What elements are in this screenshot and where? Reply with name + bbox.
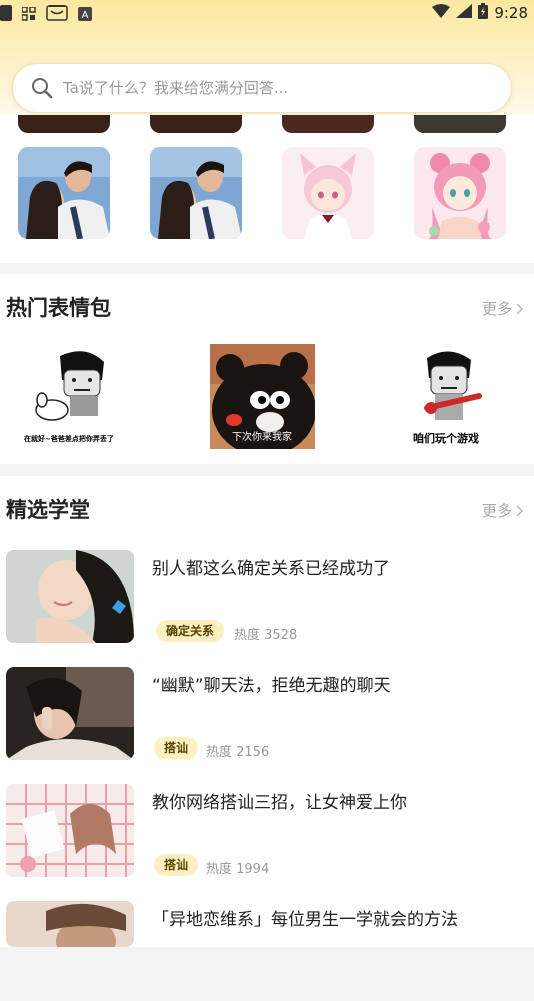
article-item-1[interactable]: 别人都这么确定关系已经成功了 确定关系 热度 3528 xyxy=(0,550,534,650)
a-box-icon: A xyxy=(78,6,92,25)
avatar-section xyxy=(0,115,534,263)
search-input[interactable] xyxy=(61,78,465,98)
article-thumbnail xyxy=(6,901,134,947)
couple-avatar-2[interactable] xyxy=(150,147,242,239)
status-bar: A 9:28 xyxy=(0,0,534,26)
avatar-partial[interactable] xyxy=(414,115,506,133)
grid-icon xyxy=(21,5,36,25)
article-item-3[interactable]: 教你网络搭讪三招，让女神爱上你 搭讪 热度 1994 xyxy=(0,784,534,884)
article-title: 教你网络搭讪三招，让女神爱上你 xyxy=(152,793,407,813)
search-icon xyxy=(32,78,53,99)
avatar-partial[interactable] xyxy=(282,115,374,133)
article-thumbnail xyxy=(6,550,134,643)
article-item-4[interactable]: 「异地恋维系」每位男生一学就会的方法 xyxy=(0,901,534,1001)
search-bar[interactable] xyxy=(12,63,512,113)
avatar-partial[interactable] xyxy=(18,115,110,133)
academy-more-link[interactable]: 更多 xyxy=(482,500,524,521)
article-tag[interactable]: 确定关系 xyxy=(156,620,225,642)
article-item-2[interactable]: “幽默”聊天法，拒绝无趣的聊天 搭讪 热度 2156 xyxy=(0,667,534,767)
cat-icon xyxy=(46,4,68,26)
article-title: 别人都这么确定关系已经成功了 xyxy=(152,559,390,579)
article-title: 「异地恋维系」每位男生一学就会的方法 xyxy=(152,910,458,930)
anime-pink-girl-avatar[interactable] xyxy=(414,147,506,239)
article-thumbnail xyxy=(6,784,134,877)
memes-more-link[interactable]: 更多 xyxy=(482,298,524,319)
app-icon xyxy=(0,4,12,26)
meme-caption: 在就好~爸爸差点把你弄丢了 xyxy=(24,435,114,443)
meme-item-3[interactable]: 咱们玩个游戏 xyxy=(397,344,502,449)
academy-section: 精选学堂 更多 别人都这么确定关系已经成功了 确定关系 热度 3528 “幽默”… xyxy=(0,476,534,947)
article-heat: 热度 3528 xyxy=(234,628,298,643)
anime-cat-boy-avatar[interactable] xyxy=(282,147,374,239)
academy-title: 精选学堂 xyxy=(6,498,90,522)
article-tag[interactable]: 搭讪 xyxy=(154,854,199,876)
wifi-icon xyxy=(432,4,451,22)
avatar-partial[interactable] xyxy=(150,115,242,133)
status-time: 9:28 xyxy=(494,4,528,22)
couple-avatar-1[interactable] xyxy=(18,147,110,239)
article-thumbnail xyxy=(6,667,134,760)
chevron-right-icon xyxy=(516,302,524,315)
memes-section: 热门表情包 更多 在就好~爸爸差点把你弄丢了 下次你来我家 咱们玩个游戏 xyxy=(0,274,534,464)
svg-text:A: A xyxy=(82,10,89,21)
meme-item-2[interactable]: 下次你来我家 xyxy=(210,344,315,449)
avatar-strip-previous-row xyxy=(0,115,534,135)
signal-icon xyxy=(456,4,473,22)
meme-item-1[interactable]: 在就好~爸爸差点把你弄丢了 xyxy=(22,344,127,449)
article-heat: 热度 2156 xyxy=(206,745,270,760)
battery-icon xyxy=(478,3,489,23)
memes-more-label: 更多 xyxy=(481,300,512,318)
academy-more-label: 更多 xyxy=(481,502,512,520)
meme-caption: 下次你来我家 xyxy=(232,432,292,443)
article-heat: 热度 1994 xyxy=(206,862,270,877)
memes-title: 热门表情包 xyxy=(6,296,111,320)
meme-caption: 咱们玩个游戏 xyxy=(413,432,479,445)
chevron-right-icon xyxy=(516,504,524,517)
article-title: “幽默”聊天法，拒绝无趣的聊天 xyxy=(152,676,391,696)
article-tag[interactable]: 搭讪 xyxy=(154,737,199,759)
